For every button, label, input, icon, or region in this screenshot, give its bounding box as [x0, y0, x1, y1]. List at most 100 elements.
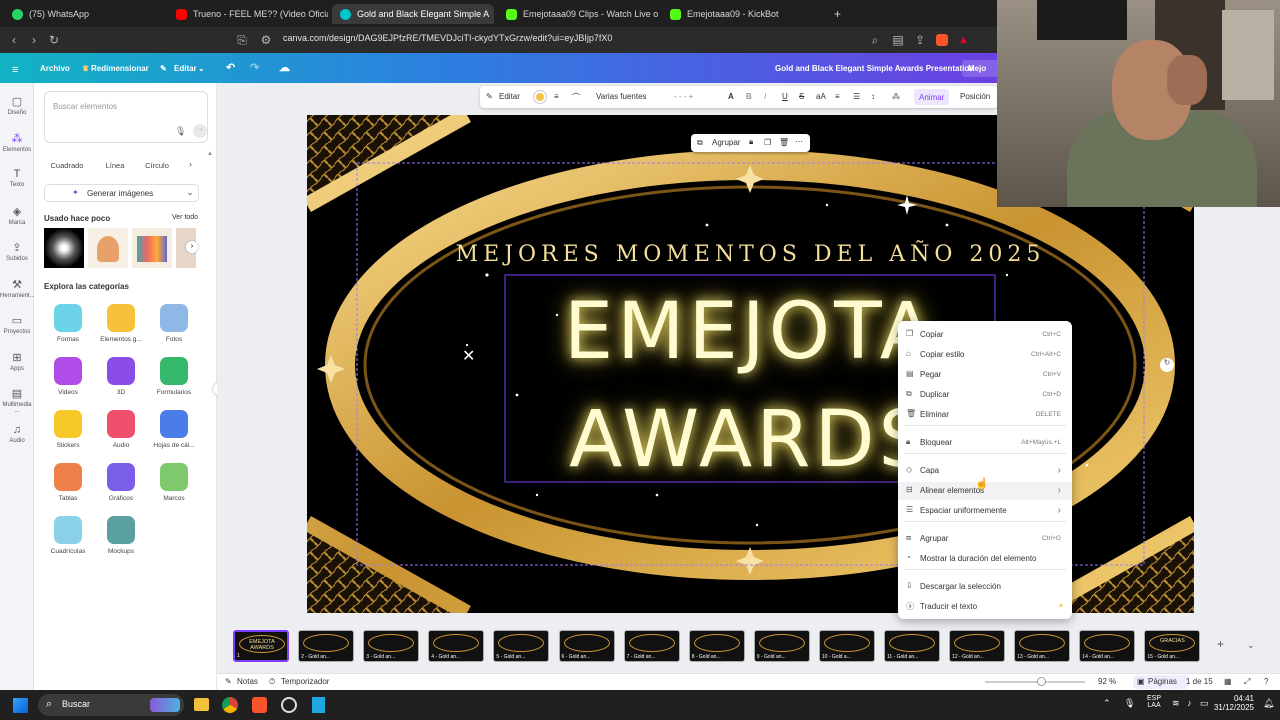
- clock[interactable]: 04:41 31/12/2025: [1212, 694, 1254, 712]
- tray-expand-icon[interactable]: ⌃: [1103, 698, 1111, 709]
- file-explorer-icon[interactable]: [194, 698, 209, 711]
- effects-icon[interactable]: ⁂: [892, 92, 900, 101]
- rail-item-6[interactable]: ⚒ Herramient...: [0, 278, 35, 299]
- rotate-handle-icon[interactable]: ↻: [1160, 358, 1174, 372]
- mic-icon[interactable]: 🎙: [175, 126, 186, 137]
- lock-icon[interactable]: 🔒︎: [749, 137, 753, 147]
- rail-item-7[interactable]: ▭ Proyectos: [0, 314, 34, 335]
- battery-icon[interactable]: ▭: [1200, 698, 1209, 709]
- category-item[interactable]: Formas: [39, 304, 97, 343]
- notas-button[interactable]: Notas: [237, 677, 258, 686]
- brave-icon[interactable]: [252, 697, 267, 713]
- brave-rewards-icon[interactable]: ▲: [958, 34, 969, 46]
- generate-images-button[interactable]: ✦ Generar imágenes: [44, 184, 199, 202]
- category-item[interactable]: Formularios: [145, 357, 203, 396]
- zoom-level[interactable]: 92 %: [1098, 677, 1116, 686]
- windows-start-icon[interactable]: [13, 698, 28, 713]
- forward-icon[interactable]: ›: [24, 33, 44, 47]
- undo-icon[interactable]: ↶: [226, 61, 235, 74]
- page-thumbnail[interactable]: 6 - Gold an...: [558, 630, 615, 662]
- posicion-button[interactable]: Posición: [960, 92, 990, 101]
- context-menu-item[interactable]: ⧉ Duplicar Ctrl+D: [898, 386, 1072, 404]
- url-field[interactable]: canva.com/design/DAG9EJPfzRE/TMEVDJciTI-…: [283, 33, 612, 43]
- category-item[interactable]: Fotos: [145, 304, 203, 343]
- fullscreen-icon[interactable]: ⤢: [1244, 677, 1250, 687]
- strikethrough-icon[interactable]: S: [799, 92, 804, 101]
- context-menu-item[interactable]: ⓐ Traducir el texto: [898, 598, 1072, 616]
- page-thumbnail[interactable]: 14 - Gold an...: [1079, 630, 1136, 662]
- trash-icon[interactable]: 🗑︎: [779, 138, 789, 147]
- rail-item-4[interactable]: ◈ Marca: [0, 205, 34, 226]
- obs-icon[interactable]: [281, 697, 297, 713]
- recent-item[interactable]: [44, 228, 84, 268]
- category-item[interactable]: Mockups: [92, 516, 150, 555]
- rail-item-8[interactable]: ⊞ Apps: [0, 351, 34, 372]
- page-thumbnail[interactable]: GRACIAS 15 - Gold an...: [1144, 630, 1201, 662]
- context-menu-item[interactable]: ⇩ Descargar la selección: [898, 578, 1072, 596]
- scrollbar-up-icon[interactable]: ▲: [207, 151, 214, 157]
- category-item[interactable]: Cuadrículas: [39, 516, 97, 555]
- bookmark-icon[interactable]: ⎘: [232, 33, 252, 48]
- list-icon[interactable]: ☰: [853, 92, 860, 101]
- chip-cuadrado[interactable]: Cuadrado: [44, 159, 90, 173]
- redo-icon[interactable]: ↷: [250, 61, 259, 74]
- edit-magic-icon[interactable]: ✎: [486, 92, 493, 101]
- editar-text-button[interactable]: Editar: [499, 92, 520, 101]
- wifi-icon[interactable]: ≋: [1172, 698, 1180, 709]
- chip-circulo[interactable]: Círculo: [138, 159, 176, 173]
- menu-icon[interactable]: ≡: [12, 64, 18, 76]
- chip-linea[interactable]: Línea: [97, 159, 133, 173]
- slide-subtitle[interactable]: MEJORES MOMENTOS DEL AÑO 2025: [307, 242, 1194, 267]
- context-menu-item[interactable]: ☰ Espaciar uniformemente ›: [898, 502, 1072, 520]
- font-size-stepper[interactable]: - - - +: [674, 92, 693, 101]
- notes-icon[interactable]: ✎: [225, 677, 232, 686]
- language-indicator[interactable]: ESP LAA: [1147, 695, 1161, 709]
- rail-item-10[interactable]: ♫ Audio: [0, 424, 34, 444]
- page-thumbnail[interactable]: 12 - Gold an...: [949, 630, 1006, 662]
- page-thumbnail[interactable]: 2 - Gold an...: [298, 630, 355, 662]
- page-thumbnail[interactable]: 13 - Gold an...: [1014, 630, 1071, 662]
- category-item[interactable]: Stickers: [39, 410, 97, 449]
- brave-shield-icon[interactable]: [936, 34, 948, 46]
- category-item[interactable]: Elementos g...: [92, 304, 150, 343]
- stroke-icon[interactable]: ≡: [554, 92, 559, 101]
- rail-item-3[interactable]: T Texto: [0, 168, 34, 188]
- search-submit-icon[interactable]: →: [193, 124, 207, 138]
- align-icon[interactable]: ≡: [835, 92, 840, 101]
- timer-icon[interactable]: ⏱: [269, 677, 275, 687]
- rail-item-9[interactable]: ▤ Multimedia ...: [0, 387, 34, 414]
- page-thumbnail[interactable]: 5 - Gold an...: [493, 630, 550, 662]
- design-title[interactable]: Gold and Black Elegant Simple Awards Pre…: [775, 64, 974, 73]
- taskbar-search[interactable]: ⌕ Buscar: [38, 694, 184, 716]
- add-page-button[interactable]: +: [1217, 637, 1224, 651]
- chevron-down-icon[interactable]: ⌄: [198, 64, 205, 73]
- zoom-icon[interactable]: ⌕: [865, 33, 885, 48]
- site-info-icon[interactable]: ⚙: [256, 33, 276, 47]
- category-item[interactable]: Gráficos: [92, 463, 150, 502]
- mic-icon[interactable]: 🎙: [1124, 698, 1135, 709]
- app-icon[interactable]: [312, 697, 325, 713]
- redimensionar-button[interactable]: Redimensionar: [91, 64, 149, 73]
- rail-item-5[interactable]: ⇪ Subidos: [0, 241, 34, 262]
- animar-button[interactable]: Animar: [914, 89, 950, 105]
- zoom-slider-thumb[interactable]: [1037, 677, 1046, 686]
- editar-button[interactable]: Editar: [174, 64, 197, 73]
- category-item[interactable]: Hojas de cál...: [145, 410, 203, 449]
- page-thumbnail[interactable]: 4 - Gold an...: [428, 630, 485, 662]
- group-icon[interactable]: ⧉: [697, 138, 703, 148]
- page-thumbnail[interactable]: 7 - Gold an...: [623, 630, 680, 662]
- context-menu-item[interactable]: ⌂ Copiar estilo Ctrl+Alt+C: [898, 346, 1072, 364]
- category-item[interactable]: Audio: [92, 410, 150, 449]
- context-menu-item[interactable]: 🗑︎ Eliminar DELETE: [898, 406, 1072, 424]
- page-thumbnail[interactable]: 11 - Gold an...: [884, 630, 940, 662]
- page-thumbnail[interactable]: 8 - Gold an...: [688, 630, 745, 662]
- duplicate-icon[interactable]: ❐: [764, 138, 771, 147]
- context-menu-item[interactable]: ❐ Copiar Ctrl+C: [898, 326, 1072, 344]
- recent-item[interactable]: [88, 228, 128, 268]
- text-color-icon[interactable]: A: [728, 92, 734, 101]
- tab-whatsapp[interactable]: (75) WhatsApp: [4, 4, 164, 24]
- font-dropdown[interactable]: Varias fuentes: [596, 92, 647, 101]
- color-swatch[interactable]: [534, 91, 546, 103]
- bold-icon[interactable]: B: [746, 92, 752, 101]
- reload-icon[interactable]: ↻: [44, 33, 64, 47]
